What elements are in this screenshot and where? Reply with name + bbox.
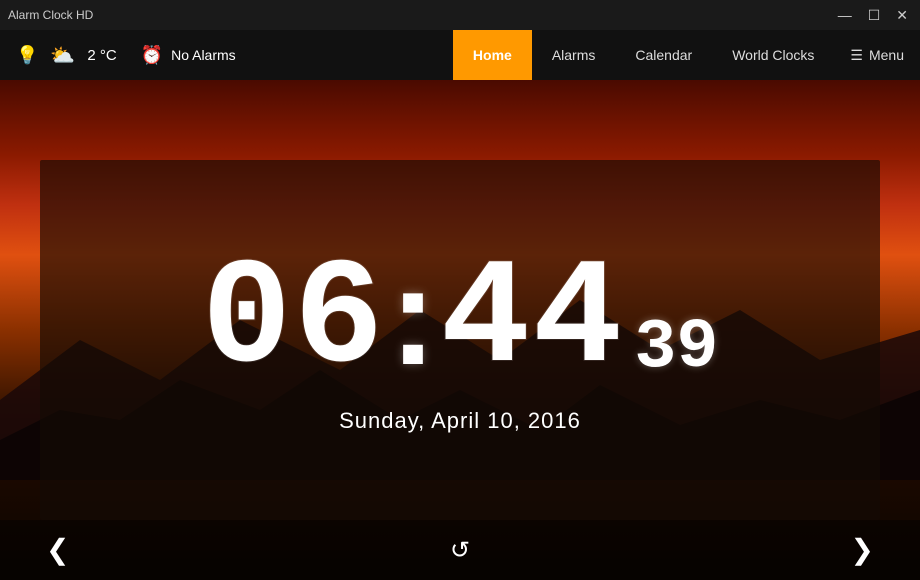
titlebar: Alarm Clock HD — ☐ ✕ (0, 0, 920, 30)
close-button[interactable]: ✕ (892, 8, 912, 22)
menu-label: Menu (869, 47, 904, 63)
app-title: Alarm Clock HD (8, 8, 93, 22)
clock-date: Sunday, April 10, 2016 (339, 408, 581, 434)
alarm-icon: ⏰ (141, 45, 163, 66)
navbar: 💡 ⛅ 2 °C ⏰ No Alarms Home Alarms Calenda… (0, 30, 920, 80)
light-icon: 💡 (16, 45, 38, 66)
nav-calendar[interactable]: Calendar (615, 30, 712, 80)
nav-world-clocks[interactable]: World Clocks (712, 30, 834, 80)
clock-panel: 06 : 44 39 Sunday, April 10, 2016 (40, 160, 880, 520)
main-content: 06 : 44 39 Sunday, April 10, 2016 ❮ ↺ ❯ (0, 80, 920, 580)
hamburger-icon: ☰ (850, 47, 863, 64)
next-button[interactable]: ❯ (835, 528, 890, 572)
clock-seconds: 39 (634, 309, 718, 388)
maximize-button[interactable]: ☐ (864, 8, 885, 22)
nav-menu[interactable]: ☰ Menu (834, 30, 920, 80)
nav-alarms[interactable]: Alarms (532, 30, 616, 80)
refresh-button[interactable]: ↺ (434, 528, 486, 573)
weather-icon: ⛅ (50, 43, 75, 68)
minimize-button[interactable]: — (834, 8, 856, 22)
navbar-left: 💡 ⛅ 2 °C ⏰ No Alarms (0, 30, 252, 80)
clock-colon: : (390, 246, 437, 396)
bottom-controls: ❮ ↺ ❯ (0, 520, 920, 580)
clock-time-row: 06 : 44 39 (202, 246, 719, 396)
window-controls: — ☐ ✕ (834, 8, 912, 22)
nav-home[interactable]: Home (453, 30, 532, 80)
temperature-display: 2 °C (87, 47, 116, 64)
prev-button[interactable]: ❮ (30, 528, 85, 572)
clock-hours: 06 (202, 246, 386, 396)
clock-minutes: 44 (440, 246, 624, 396)
alarm-status: No Alarms (171, 47, 236, 63)
navbar-right: Home Alarms Calendar World Clocks ☰ Menu (453, 30, 920, 80)
alarm-section: ⏰ No Alarms (141, 45, 236, 66)
